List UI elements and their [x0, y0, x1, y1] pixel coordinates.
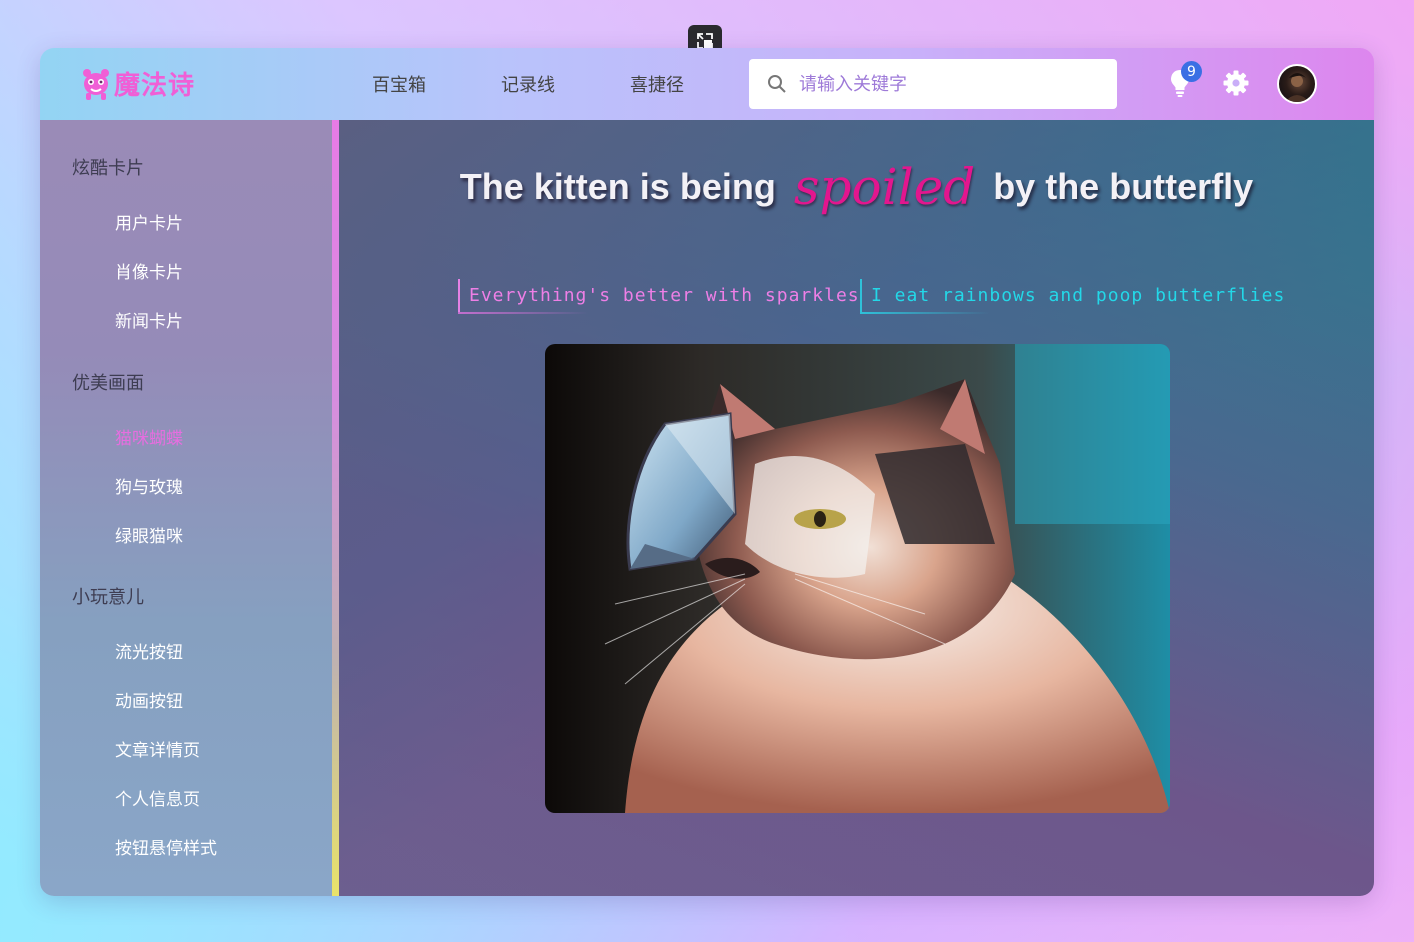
- tagline-sparkles-text: Everything's better with sparkles: [469, 285, 860, 306]
- page-headline: The kitten is being spoiled by the butterf…: [339, 158, 1374, 216]
- sidebar-group-cool-cards: 炫酷卡片: [72, 158, 144, 179]
- monster-logo-icon: [83, 68, 109, 100]
- sidebar-group-gadgets: 小玩意儿: [72, 587, 144, 608]
- top-nav: 百宝箱 记录线 喜捷径: [372, 71, 759, 97]
- sidebar-item-green-eyed-cat[interactable]: 绿眼猫咪: [115, 522, 183, 547]
- logo[interactable]: 魔法诗: [80, 65, 195, 102]
- headline-accent-word: spoiled: [793, 158, 976, 216]
- gear-icon[interactable]: [1223, 70, 1249, 96]
- nav-item-records[interactable]: 记录线: [501, 71, 555, 97]
- avatar[interactable]: [1277, 64, 1317, 104]
- nav-item-treasure-box[interactable]: 百宝箱: [372, 71, 426, 97]
- app-window: 魔法诗 百宝箱 记录线 喜捷径 9: [40, 48, 1374, 896]
- tagline-sparkles: Everything's better with sparkles: [458, 279, 860, 314]
- notification-badge: 9: [1181, 61, 1202, 82]
- search-icon: [768, 75, 786, 93]
- sidebar-item-article-detail[interactable]: 文章详情页: [115, 736, 200, 761]
- tagline-underline: [458, 312, 588, 314]
- sidebar-item-glow-button[interactable]: 流光按钮: [115, 638, 183, 663]
- sidebar: 炫酷卡片 用户卡片 肖像卡片 新闻卡片 优美画面 猫咪蝴蝶 狗与玫瑰 绿眼猫咪 …: [40, 120, 332, 896]
- nav-item-shortcuts[interactable]: 喜捷径: [630, 71, 684, 97]
- logo-text: 魔法诗: [114, 71, 196, 101]
- sidebar-item-portrait-card[interactable]: 肖像卡片: [115, 258, 183, 283]
- tagline-rainbows: I eat rainbows and poop butterflies: [860, 279, 1286, 314]
- tagline-bar: [458, 279, 460, 314]
- sidebar-item-user-card[interactable]: 用户卡片: [115, 209, 183, 234]
- sidebar-group-beautiful-scenes: 优美画面: [72, 373, 144, 394]
- tagline-rainbows-text: I eat rainbows and poop butterflies: [871, 285, 1286, 306]
- cat-butterfly-photo: [545, 344, 1170, 813]
- top-header: 魔法诗 百宝箱 记录线 喜捷径 9: [40, 48, 1374, 120]
- sidebar-item-animated-button[interactable]: 动画按钮: [115, 687, 183, 712]
- main-content: The kitten is being spoiled by the butterf…: [339, 120, 1374, 896]
- sidebar-item-dog-rose[interactable]: 狗与玫瑰: [115, 473, 183, 498]
- headline-end: by the butterfly: [993, 166, 1254, 207]
- cat-butterfly-image: [545, 344, 1170, 813]
- headline-start: The kitten is being: [459, 166, 776, 207]
- sidebar-item-news-card[interactable]: 新闻卡片: [115, 307, 183, 332]
- sidebar-item-cat-butterfly[interactable]: 猫咪蝴蝶: [115, 424, 183, 449]
- search-input[interactable]: [797, 72, 1101, 96]
- tagline-bar: [860, 279, 862, 314]
- sidebar-item-button-hover-styles[interactable]: 按钮悬停样式: [115, 834, 217, 859]
- avatar-image: [1285, 73, 1309, 102]
- search-box[interactable]: [749, 59, 1117, 109]
- tagline-underline: [860, 312, 990, 314]
- sidebar-item-profile-page[interactable]: 个人信息页: [115, 785, 200, 810]
- sidebar-accent-bar: [332, 120, 339, 896]
